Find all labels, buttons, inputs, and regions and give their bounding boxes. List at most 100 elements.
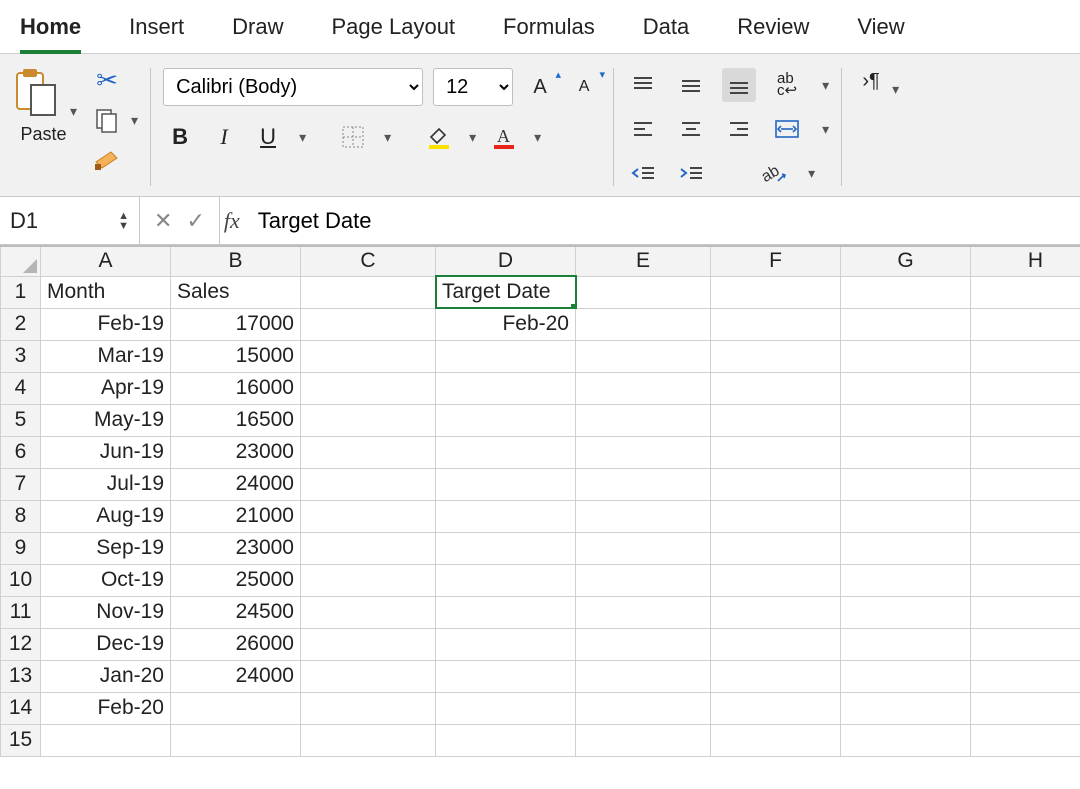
fx-label[interactable]: fx	[219, 197, 250, 244]
cell-G12[interactable]	[841, 628, 971, 660]
cell-F15[interactable]	[711, 724, 841, 756]
cell-B1[interactable]: Sales	[171, 276, 301, 308]
cell-A8[interactable]: Aug-19	[41, 500, 171, 532]
cell-D15[interactable]	[436, 724, 576, 756]
paste-icon[interactable]	[10, 64, 66, 120]
cell-C8[interactable]	[301, 500, 436, 532]
cell-D9[interactable]	[436, 532, 576, 564]
cut-icon[interactable]: ✂	[91, 66, 123, 94]
orientation-dropdown-chevron-icon[interactable]: ▾	[808, 165, 815, 182]
row-header-15[interactable]: 15	[1, 724, 41, 756]
cell-C11[interactable]	[301, 596, 436, 628]
wrap-text-button[interactable]: abc↩	[770, 68, 804, 102]
cell-H8[interactable]	[971, 500, 1080, 532]
cell-G14[interactable]	[841, 692, 971, 724]
font-color-button[interactable]: A	[486, 120, 520, 154]
cell-G15[interactable]	[841, 724, 971, 756]
orientation-button[interactable]: ab	[756, 156, 790, 190]
cell-F14[interactable]	[711, 692, 841, 724]
cell-F13[interactable]	[711, 660, 841, 692]
cell-E7[interactable]	[576, 468, 711, 500]
cell-G9[interactable]	[841, 532, 971, 564]
cell-F5[interactable]	[711, 404, 841, 436]
bold-button[interactable]: B	[163, 120, 197, 154]
underline-button[interactable]: U	[251, 120, 285, 154]
cell-F2[interactable]	[711, 308, 841, 340]
font-color-dropdown-chevron-icon[interactable]: ▾	[534, 129, 541, 146]
cell-C3[interactable]	[301, 340, 436, 372]
cell-F10[interactable]	[711, 564, 841, 596]
cell-F7[interactable]	[711, 468, 841, 500]
cell-H1[interactable]	[971, 276, 1080, 308]
cell-A3[interactable]: Mar-19	[41, 340, 171, 372]
cell-A1[interactable]: Month	[41, 276, 171, 308]
cell-G10[interactable]	[841, 564, 971, 596]
cell-B11[interactable]: 24500	[171, 596, 301, 628]
cell-E13[interactable]	[576, 660, 711, 692]
cell-G3[interactable]	[841, 340, 971, 372]
tab-view[interactable]: View	[857, 10, 904, 53]
font-size-select[interactable]: 12	[433, 68, 513, 106]
cell-F8[interactable]	[711, 500, 841, 532]
cell-G11[interactable]	[841, 596, 971, 628]
cell-C14[interactable]	[301, 692, 436, 724]
cell-E6[interactable]	[576, 436, 711, 468]
italic-button[interactable]: I	[207, 120, 241, 154]
text-direction-dropdown-chevron-icon[interactable]: ▾	[892, 81, 899, 98]
cell-F9[interactable]	[711, 532, 841, 564]
cell-B14[interactable]	[171, 692, 301, 724]
cell-C10[interactable]	[301, 564, 436, 596]
cell-E2[interactable]	[576, 308, 711, 340]
cell-C5[interactable]	[301, 404, 436, 436]
tab-review[interactable]: Review	[737, 10, 809, 53]
cell-A11[interactable]: Nov-19	[41, 596, 171, 628]
tab-insert[interactable]: Insert	[129, 10, 184, 53]
cell-F3[interactable]	[711, 340, 841, 372]
cell-D13[interactable]	[436, 660, 576, 692]
cell-H9[interactable]	[971, 532, 1080, 564]
cell-A5[interactable]: May-19	[41, 404, 171, 436]
tab-draw[interactable]: Draw	[232, 10, 283, 53]
cell-B12[interactable]: 26000	[171, 628, 301, 660]
cell-C1[interactable]	[301, 276, 436, 308]
tab-home[interactable]: Home	[20, 10, 81, 54]
cell-D5[interactable]	[436, 404, 576, 436]
cell-A14[interactable]: Feb-20	[41, 692, 171, 724]
row-header-4[interactable]: 4	[1, 372, 41, 404]
row-header-3[interactable]: 3	[1, 340, 41, 372]
text-direction-button[interactable]: ›¶	[854, 64, 888, 98]
cell-B15[interactable]	[171, 724, 301, 756]
align-middle-button[interactable]	[674, 68, 708, 102]
cell-B6[interactable]: 23000	[171, 436, 301, 468]
cell-G1[interactable]	[841, 276, 971, 308]
row-header-1[interactable]: 1	[1, 276, 41, 308]
wrap-text-dropdown-chevron-icon[interactable]: ▾	[822, 77, 829, 94]
column-header-A[interactable]: A	[41, 246, 171, 276]
align-center-button[interactable]	[674, 112, 708, 146]
cell-C2[interactable]	[301, 308, 436, 340]
align-bottom-button[interactable]	[722, 68, 756, 102]
cell-G5[interactable]	[841, 404, 971, 436]
cell-A4[interactable]: Apr-19	[41, 372, 171, 404]
cell-D8[interactable]	[436, 500, 576, 532]
cell-B5[interactable]: 16500	[171, 404, 301, 436]
cell-A10[interactable]: Oct-19	[41, 564, 171, 596]
cell-D7[interactable]	[436, 468, 576, 500]
cell-B8[interactable]: 21000	[171, 500, 301, 532]
cell-E5[interactable]	[576, 404, 711, 436]
cell-C4[interactable]	[301, 372, 436, 404]
borders-dropdown-chevron-icon[interactable]: ▾	[384, 129, 391, 146]
underline-dropdown-chevron-icon[interactable]: ▾	[299, 129, 306, 146]
cell-C13[interactable]	[301, 660, 436, 692]
cell-D2[interactable]: Feb-20	[436, 308, 576, 340]
increase-font-size-button[interactable]: A▴	[523, 70, 557, 104]
spreadsheet-grid[interactable]: ABCDEFGH 1MonthSalesTarget Date2Feb-1917…	[0, 245, 1080, 757]
select-all-corner[interactable]	[1, 246, 41, 276]
column-header-H[interactable]: H	[971, 246, 1080, 276]
cell-E15[interactable]	[576, 724, 711, 756]
cell-G7[interactable]	[841, 468, 971, 500]
cell-E1[interactable]	[576, 276, 711, 308]
copy-icon[interactable]	[91, 106, 123, 134]
merge-cells-button[interactable]	[770, 112, 804, 146]
cell-C12[interactable]	[301, 628, 436, 660]
